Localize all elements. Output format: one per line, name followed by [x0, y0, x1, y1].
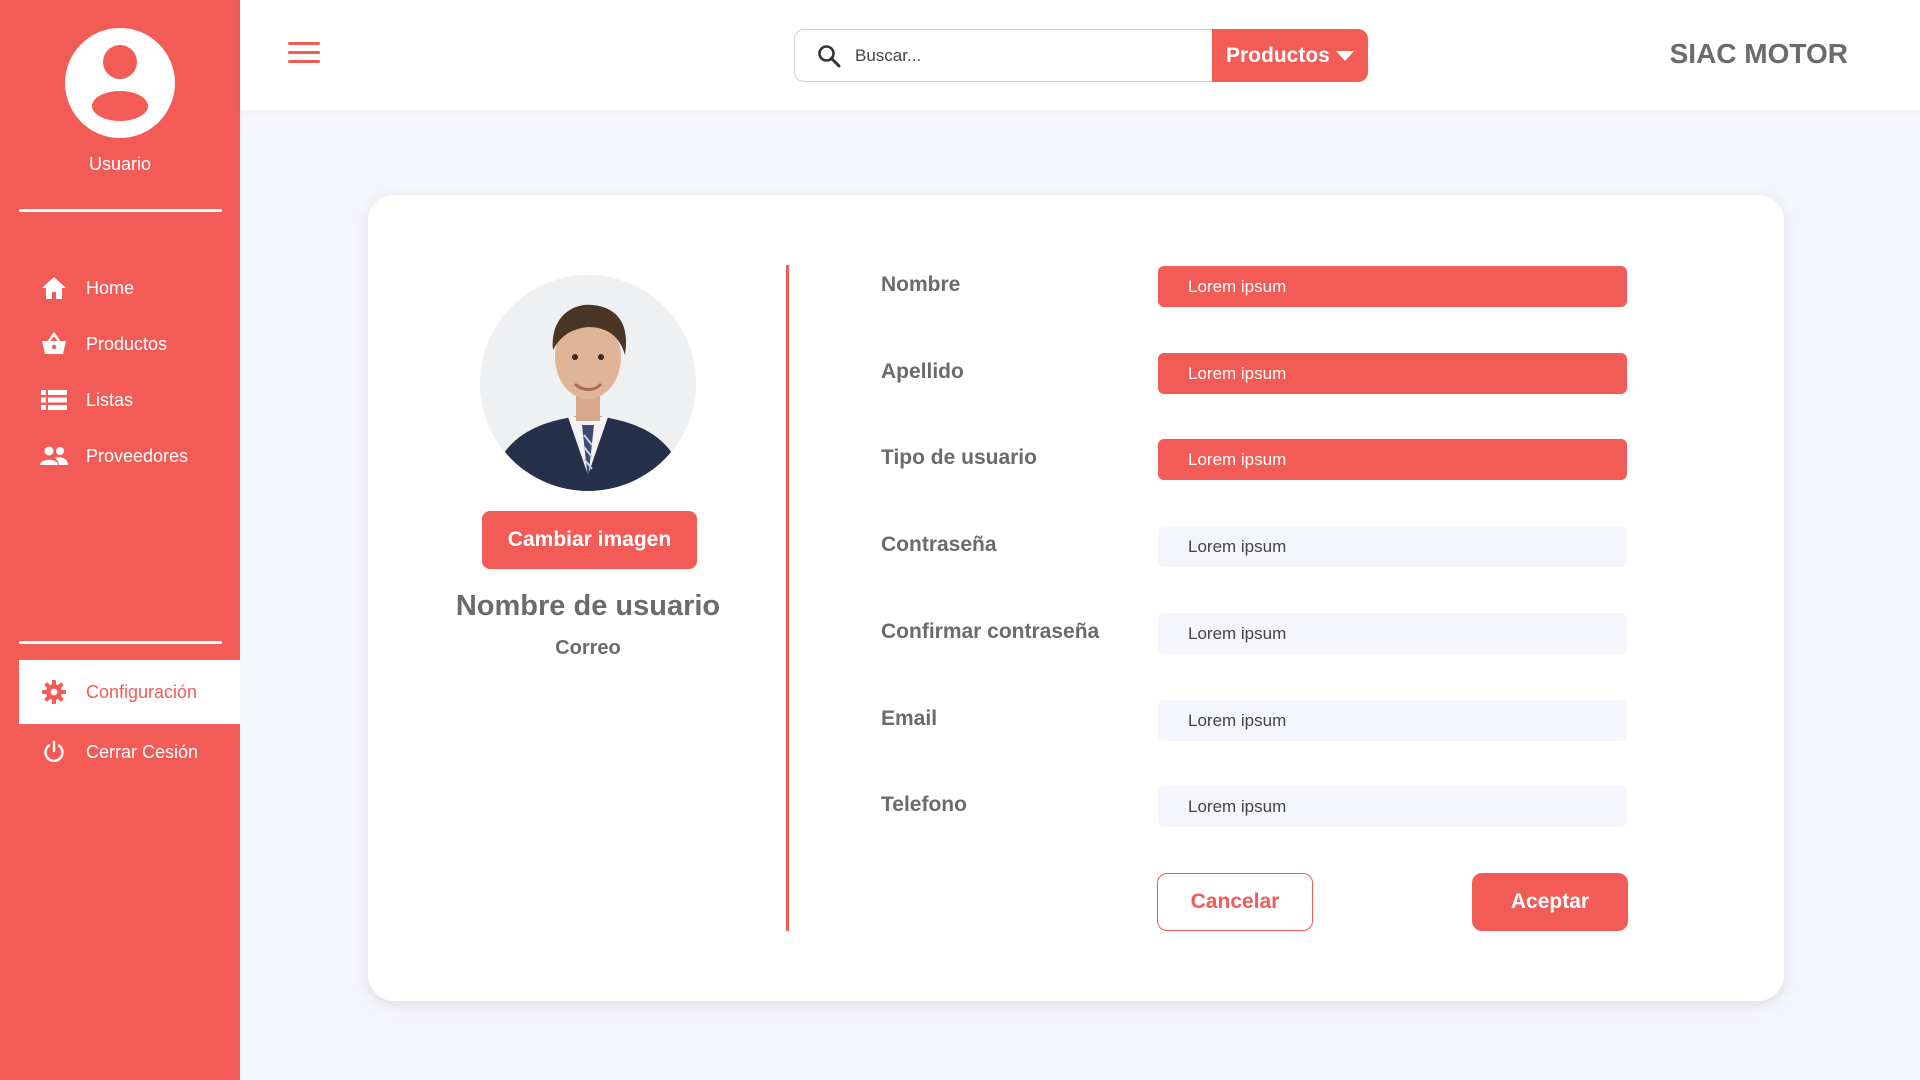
- sidebar-item-label: Configuración: [86, 681, 198, 702]
- gear-icon: [40, 678, 68, 706]
- profile-card: Cambiar imagen Nombre de usuario Correo …: [368, 195, 1784, 1001]
- accept-button[interactable]: Aceptar: [1472, 873, 1628, 931]
- caret-down-icon: [1336, 51, 1354, 61]
- power-icon: [40, 738, 68, 766]
- sidebar-item-label: Home: [86, 277, 135, 298]
- sidebar-item-cerrar-sesion[interactable]: Cerrar Cesión: [0, 724, 240, 780]
- sidebar-item-productos[interactable]: Productos: [0, 316, 240, 372]
- confirmar-contrasena-field[interactable]: Lorem ipsum: [1158, 613, 1627, 654]
- contrasena-field[interactable]: Lorem ipsum: [1158, 526, 1627, 567]
- sidebar-item-label: Productos: [86, 333, 168, 354]
- brand-title: SIAC MOTOR: [1669, 38, 1848, 69]
- sidebar-item-label: Listas: [86, 389, 134, 410]
- search-icon: [817, 44, 841, 73]
- basket-icon: [40, 330, 68, 358]
- vertical-divider: [786, 265, 789, 931]
- field-label-contrasena: Contraseña: [881, 533, 997, 556]
- change-image-button[interactable]: Cambiar imagen: [482, 511, 697, 569]
- sidebar: Usuario Home Productos Listas Proveedore…: [0, 0, 240, 1080]
- people-icon: [40, 442, 68, 470]
- category-dropdown-label: Productos: [1226, 43, 1330, 67]
- telefono-field[interactable]: Lorem ipsum: [1158, 786, 1627, 827]
- email-label: Correo: [555, 637, 621, 659]
- sidebar-item-home[interactable]: Home: [0, 260, 240, 316]
- sidebar-divider-bottom: [19, 641, 222, 644]
- search-bar: [794, 29, 1214, 82]
- user-avatar-icon[interactable]: [65, 28, 175, 138]
- field-label-nombre: Nombre: [881, 273, 961, 296]
- sidebar-user-label: Usuario: [88, 154, 152, 174]
- menu-icon[interactable]: [288, 42, 320, 66]
- profile-photo: [480, 275, 696, 491]
- field-label-telefono: Telefono: [881, 793, 967, 816]
- email-field[interactable]: Lorem ipsum: [1158, 700, 1627, 741]
- home-icon: [40, 274, 68, 302]
- category-dropdown[interactable]: Productos: [1212, 29, 1368, 82]
- cancel-button[interactable]: Cancelar: [1157, 873, 1313, 931]
- sidebar-item-label: Proveedores: [86, 445, 189, 466]
- search-input[interactable]: [855, 42, 1195, 70]
- sidebar-item-listas[interactable]: Listas: [0, 372, 240, 428]
- username-label: Nombre de usuario: [455, 590, 721, 622]
- list-icon: [40, 386, 68, 414]
- field-label-confirmar-contrasena: Confirmar contraseña: [881, 620, 1100, 643]
- nombre-field[interactable]: Lorem ipsum: [1158, 266, 1627, 307]
- sidebar-item-configuracion[interactable]: Configuración: [19, 660, 240, 724]
- field-label-email: Email: [881, 707, 938, 730]
- sidebar-item-proveedores[interactable]: Proveedores: [0, 428, 240, 484]
- tipo-usuario-field[interactable]: Lorem ipsum: [1158, 439, 1627, 480]
- field-label-tipo-usuario: Tipo de usuario: [881, 446, 1037, 469]
- sidebar-divider-top: [19, 209, 222, 212]
- top-header: Productos SIAC MOTOR: [240, 0, 1920, 110]
- sidebar-item-label: Cerrar Cesión: [86, 741, 199, 762]
- apellido-field[interactable]: Lorem ipsum: [1158, 353, 1627, 394]
- field-label-apellido: Apellido: [881, 360, 964, 383]
